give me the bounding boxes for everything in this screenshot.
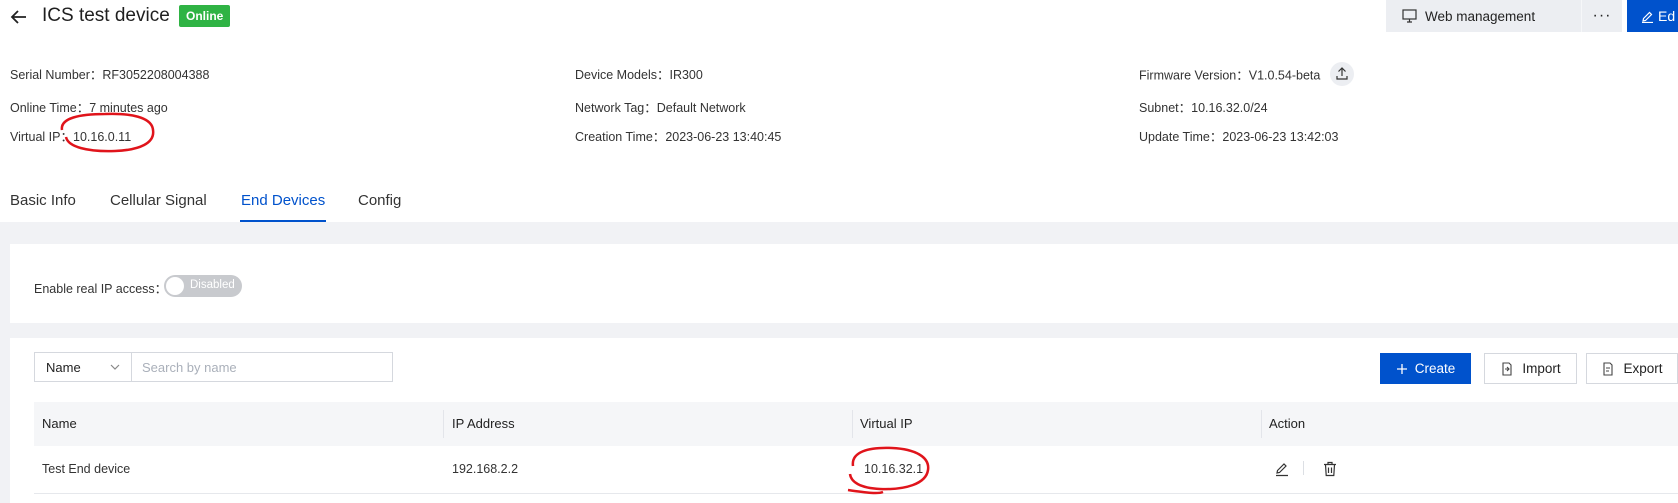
edit-icon: [1642, 11, 1653, 23]
export-button[interactable]: Export: [1586, 353, 1678, 384]
import-button[interactable]: Import: [1484, 353, 1577, 384]
real-ip-label: Enable real IP access：: [34, 282, 168, 296]
create-button[interactable]: Create: [1380, 353, 1471, 384]
import-label: Import: [1522, 361, 1561, 376]
cell-virtual-ip: 10.16.32.1: [864, 462, 924, 476]
search-field-select[interactable]: Name: [34, 352, 132, 382]
web-management-label: Web management: [1425, 8, 1536, 24]
edit-label: Ed: [1658, 8, 1676, 24]
real-ip-card: [10, 244, 1678, 323]
trash-icon[interactable]: [1321, 460, 1339, 478]
status-badge: Online: [179, 5, 231, 27]
back-arrow-icon[interactable]: [8, 6, 30, 28]
device-models: Device Models：IR300: [575, 68, 703, 82]
update-time: Update Time：2023-06-23 13:42:03: [1139, 130, 1339, 144]
column-divider: [1261, 410, 1262, 438]
import-icon: [1502, 361, 1512, 376]
monitor-icon: [1402, 9, 1417, 23]
more-icon: ···: [1592, 7, 1612, 24]
firmware-upload-icon[interactable]: [1329, 62, 1354, 86]
column-header-ip-address: IP Address: [452, 416, 515, 431]
create-label: Create: [1414, 361, 1456, 376]
tab-cellular-signal[interactable]: Cellular Signal: [110, 192, 207, 209]
cell-ip-address: 192.168.2.2: [452, 462, 519, 476]
header-actions: Web management ··· Ed: [1386, 0, 1678, 32]
column-divider: [852, 410, 853, 438]
online-time: Online Time：7 minutes ago: [10, 101, 168, 115]
page-title: ICS test device: [42, 5, 170, 26]
export-icon: [1603, 361, 1614, 376]
cell-name: Test End device: [42, 462, 131, 476]
tab-config[interactable]: Config: [358, 192, 401, 209]
toggle-state-text: Disabled: [190, 279, 235, 291]
chevron-down-icon: [110, 364, 120, 370]
table-header: [34, 402, 1678, 446]
table-row: [34, 446, 1678, 494]
action-divider: [1303, 461, 1304, 475]
more-button[interactable]: ···: [1581, 0, 1622, 32]
subnet: Subnet：10.16.32.0/24: [1139, 101, 1268, 115]
edit-button[interactable]: Ed: [1627, 0, 1678, 32]
web-management-button[interactable]: Web management: [1386, 0, 1581, 32]
tab-basic-info[interactable]: Basic Info: [10, 192, 76, 209]
edit-row-icon[interactable]: [1273, 460, 1291, 478]
export-label: Export: [1623, 361, 1663, 376]
tab-end-devices[interactable]: End Devices: [241, 192, 325, 209]
search-input[interactable]: [132, 352, 393, 382]
search-field-value: Name: [46, 359, 81, 375]
serial-number: Serial Number：RF3052208004388: [10, 68, 210, 82]
toggle-knob: [166, 277, 184, 295]
real-ip-toggle[interactable]: Disabled: [164, 275, 242, 297]
plus-icon: [1396, 363, 1407, 374]
column-header-action: Action: [1269, 416, 1306, 431]
virtual-ip: Virtual IP：10.16.0.11: [10, 130, 132, 144]
column-header-name: Name: [42, 416, 77, 431]
column-header-virtual-ip: Virtual IP: [860, 416, 913, 431]
firmware-version: Firmware Version：V1.0.54-beta: [1139, 62, 1354, 88]
network-tag: Network Tag：Default Network: [575, 101, 746, 115]
column-divider: [443, 410, 444, 438]
creation-time: Creation Time：2023-06-23 13:40:45: [575, 130, 782, 144]
